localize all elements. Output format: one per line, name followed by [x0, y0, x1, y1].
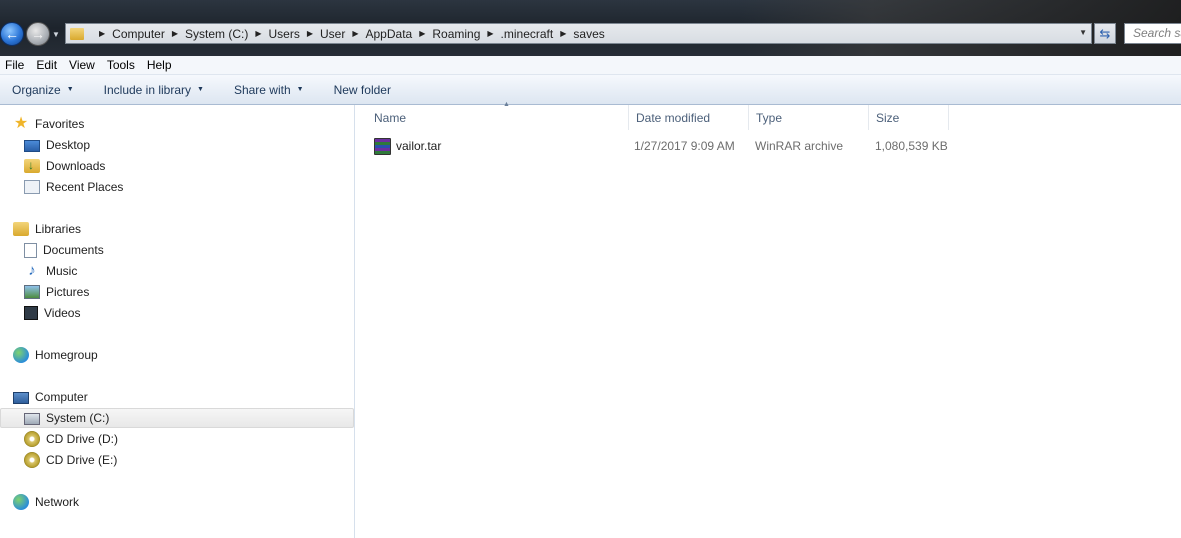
downloads-icon — [24, 158, 40, 173]
star-icon: ★ — [13, 115, 29, 132]
nav-favorites[interactable]: ★ Favorites — [13, 114, 85, 134]
chevron-right-icon[interactable]: ▶ — [307, 29, 313, 38]
cd-drive-icon — [24, 431, 40, 447]
breadcrumb-minecraft[interactable]: .minecraft ▶ — [501, 27, 574, 41]
file-date-modified: 1/27/2017 9:09 AM — [634, 139, 735, 153]
share-with-button[interactable]: Share with ▼ — [234, 83, 304, 97]
desktop-icon — [24, 139, 40, 152]
file-type: WinRAR archive — [755, 139, 844, 153]
libraries-icon — [13, 222, 29, 236]
breadcrumb-users[interactable]: Users ▶ — [269, 27, 321, 41]
breadcrumb-appdata[interactable]: AppData ▶ — [366, 27, 433, 41]
new-folder-button[interactable]: New folder — [334, 83, 391, 97]
nav-system-c[interactable]: System (C:) — [0, 408, 354, 428]
nav-homegroup[interactable]: Homegroup — [13, 345, 98, 365]
include-in-library-button[interactable]: Include in library ▼ — [104, 83, 204, 97]
back-button[interactable]: ← — [0, 22, 24, 46]
menu-view[interactable]: View — [64, 58, 102, 72]
nav-cd-drive-e[interactable]: CD Drive (E:) — [24, 450, 117, 470]
menu-bar: File Edit View Tools Help — [0, 56, 1181, 75]
computer-icon — [13, 391, 29, 404]
chevron-right-icon[interactable]: ▶ — [560, 29, 566, 38]
file-row[interactable]: vailor.tar 1/27/2017 9:09 AM WinRAR arch… — [370, 135, 950, 157]
cd-drive-icon — [24, 452, 40, 468]
chevron-right-icon[interactable]: ▶ — [172, 29, 178, 38]
chevron-down-icon: ▼ — [197, 86, 204, 93]
menu-tools[interactable]: Tools — [102, 58, 142, 72]
documents-icon — [24, 242, 37, 258]
nav-documents[interactable]: Documents — [24, 240, 104, 260]
column-header-name[interactable]: Name ▲ — [367, 101, 629, 130]
file-list: Name ▲ Date modified Type Size vailor.ta… — [356, 101, 1181, 538]
nav-pictures[interactable]: Pictures — [24, 282, 89, 302]
menu-edit[interactable]: Edit — [31, 58, 64, 72]
sort-ascending-icon: ▲ — [503, 101, 510, 108]
chevron-right-icon[interactable]: ▶ — [352, 29, 358, 38]
music-icon: ♪ — [28, 262, 36, 279]
chevron-right-icon[interactable]: ▶ — [99, 29, 105, 38]
address-dropdown-icon[interactable]: ▼ — [1079, 28, 1087, 37]
file-name-cell[interactable]: vailor.tar — [374, 135, 441, 157]
address-bar[interactable]: ▶ Computer ▶ System (C:) ▶ Users ▶ User ▶ Ap… — [65, 23, 1092, 44]
column-header-size[interactable]: Size — [869, 105, 949, 130]
folder-icon — [70, 27, 84, 40]
forward-button[interactable]: → — [26, 22, 50, 46]
hard-drive-icon — [24, 413, 40, 425]
nav-libraries[interactable]: Libraries — [13, 219, 81, 239]
organize-button[interactable]: Organize ▼ — [12, 83, 74, 97]
videos-icon — [24, 306, 38, 320]
recent-pages-dropdown-icon[interactable]: ▼ — [52, 30, 60, 39]
file-size: 1,080,539 KB — [875, 139, 948, 153]
homegroup-icon — [13, 347, 29, 363]
winrar-archive-icon — [374, 137, 391, 155]
chevron-right-icon[interactable]: ▶ — [487, 29, 493, 38]
column-header-date-modified[interactable]: Date modified — [629, 105, 749, 130]
refresh-icon: ⇆ — [1099, 25, 1111, 41]
chevron-right-icon[interactable]: ▶ — [419, 29, 425, 38]
breadcrumb-system-c[interactable]: System (C:) ▶ — [185, 27, 269, 41]
network-icon — [13, 494, 29, 510]
breadcrumb-user[interactable]: User ▶ — [320, 27, 366, 41]
breadcrumb-computer[interactable]: Computer ▶ — [112, 27, 185, 41]
nav-music[interactable]: ♪ Music — [24, 261, 77, 281]
nav-videos[interactable]: Videos — [24, 303, 80, 323]
menu-help[interactable]: Help — [142, 58, 179, 72]
column-header-type[interactable]: Type — [749, 105, 869, 130]
nav-desktop[interactable]: Desktop — [24, 135, 90, 155]
refresh-button[interactable]: ⇆ — [1094, 23, 1116, 44]
command-bar: Organize ▼ Include in library ▼ Share with… — [0, 75, 1181, 105]
chevron-down-icon: ▼ — [66, 86, 74, 93]
breadcrumb-saves[interactable]: saves — [573, 27, 604, 41]
recent-places-icon — [24, 180, 40, 194]
pictures-icon — [24, 285, 40, 299]
chevron-down-icon: ▼ — [296, 86, 304, 93]
navigation-pane: ★Favorites Desktop Downloads Recent Plac… — [0, 105, 355, 538]
breadcrumb-roaming[interactable]: Roaming ▶ — [432, 27, 500, 41]
nav-downloads[interactable]: Downloads — [24, 156, 105, 176]
search-input[interactable]: Search saves — [1124, 23, 1181, 44]
nav-network[interactable]: Network — [13, 492, 79, 512]
chevron-right-icon[interactable]: ▶ — [255, 29, 261, 38]
window-titlebar: ← → ▼ ▶ Computer ▶ System (C:) ▶ Users ▶ Us… — [0, 0, 1181, 56]
nav-computer[interactable]: Computer — [13, 387, 88, 407]
menu-file[interactable]: File — [0, 58, 31, 72]
nav-cd-drive-d[interactable]: CD Drive (D:) — [24, 429, 118, 449]
nav-recent-places[interactable]: Recent Places — [24, 177, 123, 197]
